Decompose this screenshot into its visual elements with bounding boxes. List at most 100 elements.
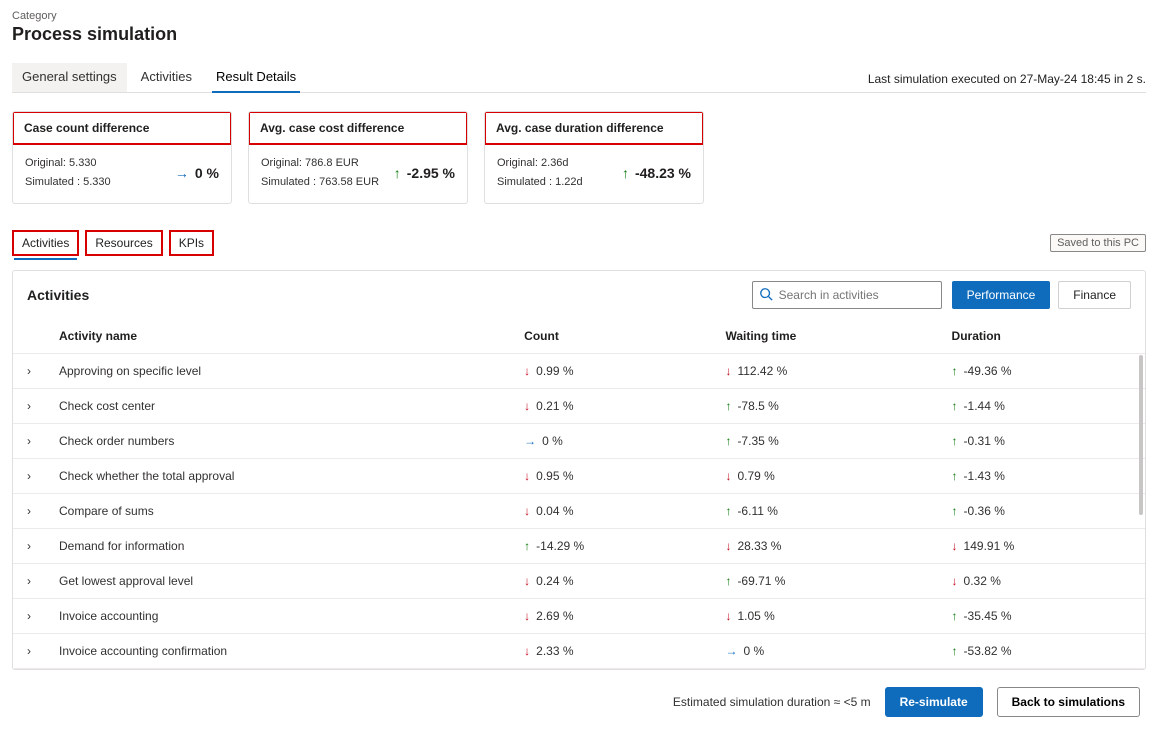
duration-cell: ↑-1.44 %	[938, 389, 1145, 424]
activity-name-cell: Get lowest approval level	[45, 564, 510, 599]
expand-row-button[interactable]: ›	[13, 564, 45, 599]
activity-name-cell: Check cost center	[45, 389, 510, 424]
subtab-activities[interactable]: Activities	[12, 230, 79, 256]
duration-cell: ↑-53.82 %	[938, 634, 1145, 669]
arrow-down-icon: ↓	[524, 574, 530, 588]
table-row: › Invoice accounting confirmation↓2.33 %→…	[13, 634, 1145, 669]
kpi-value: -2.95 %	[407, 165, 455, 181]
duration-cell: ↓0.32 %	[938, 564, 1145, 599]
activity-name-cell: Demand for information	[45, 529, 510, 564]
tab-general-settings[interactable]: General settings	[12, 63, 127, 92]
duration-cell: ↑-49.36 %	[938, 354, 1145, 389]
waiting-cell: →0 %	[711, 634, 937, 669]
arrow-up-icon: ↑	[952, 504, 958, 518]
duration-cell: ↓149.91 %	[938, 529, 1145, 564]
arrow-down-icon: ↓	[524, 364, 530, 378]
kpi-value: 0 %	[195, 165, 219, 181]
count-cell: ↓0.04 %	[510, 494, 711, 529]
arrow-right-icon: →	[175, 165, 189, 181]
table-row: ›Approving on specific level↓0.99 %↓112.…	[13, 354, 1145, 389]
count-cell: ↓2.33 %	[510, 634, 711, 669]
back-to-simulations-button[interactable]: Back to simulations	[997, 687, 1140, 717]
subtab-resources[interactable]: Resources	[85, 230, 162, 256]
last-simulation-info: Last simulation executed on 27-May-24 18…	[868, 72, 1146, 92]
activity-name-cell: Approving on specific level	[45, 354, 510, 389]
subtab-kpis[interactable]: KPIs	[169, 230, 214, 256]
search-input[interactable]	[779, 288, 935, 302]
expand-row-button[interactable]: ›	[13, 459, 45, 494]
col-duration[interactable]: Duration	[938, 319, 1145, 354]
scrollbar-thumb[interactable]	[1139, 355, 1143, 515]
kpi-value: -48.23 %	[635, 165, 691, 181]
waiting-cell: ↓28.33 %	[711, 529, 937, 564]
col-count[interactable]: Count	[510, 319, 711, 354]
kpi-original: Original: 2.36d	[497, 154, 583, 173]
chevron-right-icon: ›	[27, 539, 31, 553]
arrow-up-icon: ↑	[725, 399, 731, 413]
view-performance-button[interactable]: Performance	[952, 281, 1051, 309]
estimated-duration: Estimated simulation duration ≈ <5 m	[673, 695, 871, 709]
count-cell: ↑-14.29 %	[510, 529, 711, 564]
arrow-down-icon: ↓	[725, 539, 731, 553]
waiting-cell: ↑-7.35 %	[711, 424, 937, 459]
expand-row-button[interactable]: ›	[13, 424, 45, 459]
chevron-right-icon: ›	[27, 434, 31, 448]
view-finance-button[interactable]: Finance	[1058, 281, 1131, 309]
kpi-simulated: Simulated : 1.22d	[497, 173, 583, 192]
table-row: ›Get lowest approval level↓0.24 %↑-69.71…	[13, 564, 1145, 599]
saved-chip: Saved to this PC	[1050, 234, 1146, 252]
category-label: Category	[12, 10, 1146, 22]
count-cell: ↓0.99 %	[510, 354, 711, 389]
waiting-cell: ↑-78.5 %	[711, 389, 937, 424]
duration-cell: ↑-0.31 %	[938, 424, 1145, 459]
tab-activities[interactable]: Activities	[131, 63, 202, 92]
arrow-right-icon: →	[524, 434, 536, 448]
expand-row-button[interactable]: ›	[13, 599, 45, 634]
arrow-up-icon: ↑	[725, 434, 731, 448]
waiting-cell: ↓0.79 %	[711, 459, 937, 494]
arrow-down-icon: ↓	[524, 399, 530, 413]
tab-result-details[interactable]: Result Details	[206, 63, 306, 92]
kpi-card: Avg. case cost differenceOriginal: 786.8…	[248, 111, 468, 204]
activity-name-cell: Invoice accounting confirmation	[45, 634, 510, 669]
kpi-card-title: Case count difference	[12, 111, 232, 145]
arrow-down-icon: ↓	[725, 469, 731, 483]
arrow-up-icon: ↑	[394, 165, 401, 181]
table-row: ›Check whether the total approval↓0.95 %…	[13, 459, 1145, 494]
activity-name-cell: Invoice accounting	[45, 599, 510, 634]
chevron-right-icon: ›	[27, 644, 31, 658]
kpi-original: Original: 5.330	[25, 154, 111, 173]
count-cell: ↓0.95 %	[510, 459, 711, 494]
col-activity-name[interactable]: Activity name	[45, 319, 510, 354]
expand-row-button[interactable]: ›	[13, 634, 45, 669]
expand-row-button[interactable]: ›	[13, 529, 45, 564]
activity-name-cell: Check order numbers	[45, 424, 510, 459]
arrow-down-icon: ↓	[952, 539, 958, 553]
chevron-right-icon: ›	[27, 364, 31, 378]
arrow-down-icon: ↓	[524, 644, 530, 658]
waiting-cell: ↑-69.71 %	[711, 564, 937, 599]
expand-row-button[interactable]: ›	[13, 389, 45, 424]
arrow-down-icon: ↓	[524, 504, 530, 518]
panel-title: Activities	[27, 287, 89, 303]
table-row: › Demand for information↑-14.29 %↓28.33 %…	[13, 529, 1145, 564]
kpi-card: Case count differenceOriginal: 5.330Simu…	[12, 111, 232, 204]
top-tabs: General settings Activities Result Detai…	[12, 63, 306, 92]
col-waiting-time[interactable]: Waiting time	[711, 319, 937, 354]
expand-row-button[interactable]: ›	[13, 494, 45, 529]
arrow-up-icon: ↑	[725, 574, 731, 588]
table-row: ›Compare of sums↓0.04 %↑-6.11 %↑-0.36 %	[13, 494, 1145, 529]
resimulate-button[interactable]: Re-simulate	[885, 687, 983, 717]
kpi-card: Avg. case duration differenceOriginal: 2…	[484, 111, 704, 204]
chevron-right-icon: ›	[27, 574, 31, 588]
count-cell: →0 %	[510, 424, 711, 459]
search-icon	[759, 287, 773, 304]
expand-row-button[interactable]: ›	[13, 354, 45, 389]
search-box[interactable]	[752, 281, 942, 309]
table-row: ›Check cost center↓0.21 %↑-78.5 %↑-1.44 …	[13, 389, 1145, 424]
count-cell: ↓2.69 %	[510, 599, 711, 634]
arrow-up-icon: ↑	[952, 364, 958, 378]
arrow-down-icon: ↓	[725, 609, 731, 623]
arrow-down-icon: ↓	[952, 574, 958, 588]
page-title: Process simulation	[12, 24, 1146, 45]
